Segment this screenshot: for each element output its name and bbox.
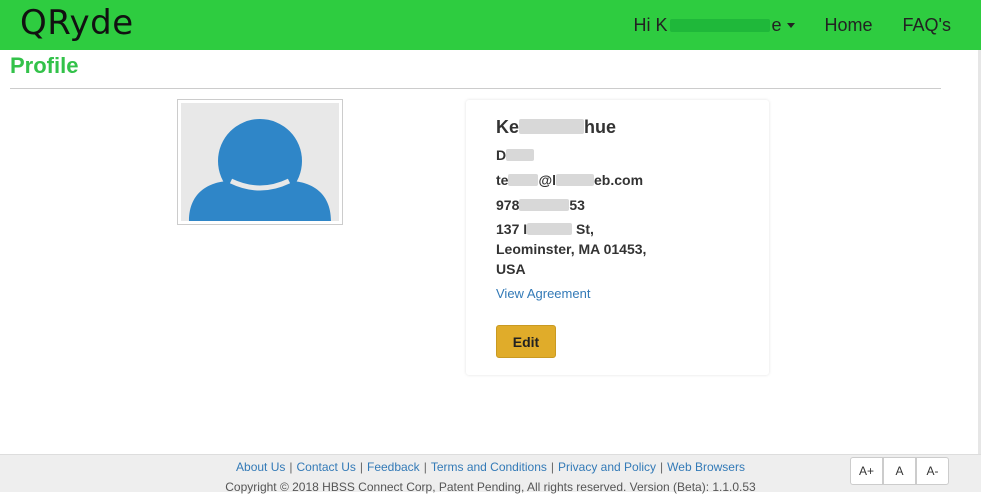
profile-name: Ke hue xyxy=(496,117,616,138)
profile-address: 137 I St, Leominster, MA 01453, USA xyxy=(496,219,666,279)
redacted-phone xyxy=(519,199,570,211)
footer-separator: | xyxy=(289,460,293,474)
phone-start: 978 xyxy=(496,197,520,213)
font-reset-button[interactable]: A xyxy=(883,457,916,485)
profile-email: te @l eb.com xyxy=(496,172,643,188)
line1-start: D xyxy=(496,147,507,163)
profile-detail-line: D xyxy=(496,147,535,163)
email-start: te xyxy=(496,172,509,188)
address-line3: USA xyxy=(496,261,526,277)
redacted-street xyxy=(527,223,573,235)
footer-link-browsers[interactable]: Web Browsers xyxy=(667,460,745,474)
avatar-background xyxy=(181,103,339,221)
address-line1: 137 I St, xyxy=(496,219,666,239)
edit-button[interactable]: Edit xyxy=(496,325,556,358)
email-mid: @l xyxy=(538,172,556,188)
address-line2: Leominster, MA 01453, xyxy=(496,241,647,257)
footer: About Us | Contact Us | Feedback | Terms and C… xyxy=(0,454,981,494)
footer-link-contact[interactable]: Contact Us xyxy=(297,460,356,474)
phone-end: 53 xyxy=(569,197,585,213)
email-end: eb.com xyxy=(594,172,644,188)
footer-separator: | xyxy=(359,460,363,474)
redacted-name xyxy=(519,119,585,134)
profile-avatar xyxy=(177,99,343,225)
name-start: Ke xyxy=(496,117,520,137)
chevron-down-icon xyxy=(786,22,795,28)
footer-link-feedback[interactable]: Feedback xyxy=(367,460,420,474)
address-end: St, xyxy=(572,221,594,237)
nav-faq-link[interactable]: FAQ's xyxy=(903,15,951,36)
user-menu-dropdown[interactable]: Hi K e xyxy=(634,15,795,36)
footer-links: About Us | Contact Us | Feedback | Terms and C… xyxy=(0,460,981,474)
user-greeting-end: e xyxy=(771,14,782,35)
redacted-username xyxy=(669,18,770,32)
redacted-detail xyxy=(506,149,535,161)
footer-separator: | xyxy=(550,460,554,474)
view-agreement-link[interactable]: View Agreement xyxy=(496,286,590,301)
top-navbar: QRyde Hi K e Home FAQ's xyxy=(0,0,981,50)
profile-card: Ke hue D te @l eb.com 978 53 137 I St, Leomi… xyxy=(466,100,769,375)
nav-home-link[interactable]: Home xyxy=(825,15,873,36)
user-silhouette-icon xyxy=(189,119,331,221)
footer-separator: | xyxy=(660,460,664,474)
title-divider xyxy=(10,88,941,89)
footer-separator: | xyxy=(423,460,427,474)
font-decrease-button[interactable]: A- xyxy=(916,457,949,485)
footer-link-about[interactable]: About Us xyxy=(236,460,285,474)
footer-link-terms[interactable]: Terms and Conditions xyxy=(431,460,547,474)
profile-phone: 978 53 xyxy=(496,197,585,213)
nav-right: Hi K e Home FAQ's xyxy=(634,0,952,50)
brand-logo[interactable]: QRyde xyxy=(20,3,134,43)
redacted-email-1 xyxy=(508,174,539,186)
redacted-email-2 xyxy=(556,174,594,186)
user-greeting-start: Hi K xyxy=(633,14,668,35)
footer-link-privacy[interactable]: Privacy and Policy xyxy=(558,460,656,474)
page-title: Profile xyxy=(10,53,79,78)
address-start: 137 I xyxy=(496,221,528,237)
name-end: hue xyxy=(584,117,617,137)
font-size-controls: A+ A A- xyxy=(850,457,949,485)
font-increase-button[interactable]: A+ xyxy=(850,457,883,485)
